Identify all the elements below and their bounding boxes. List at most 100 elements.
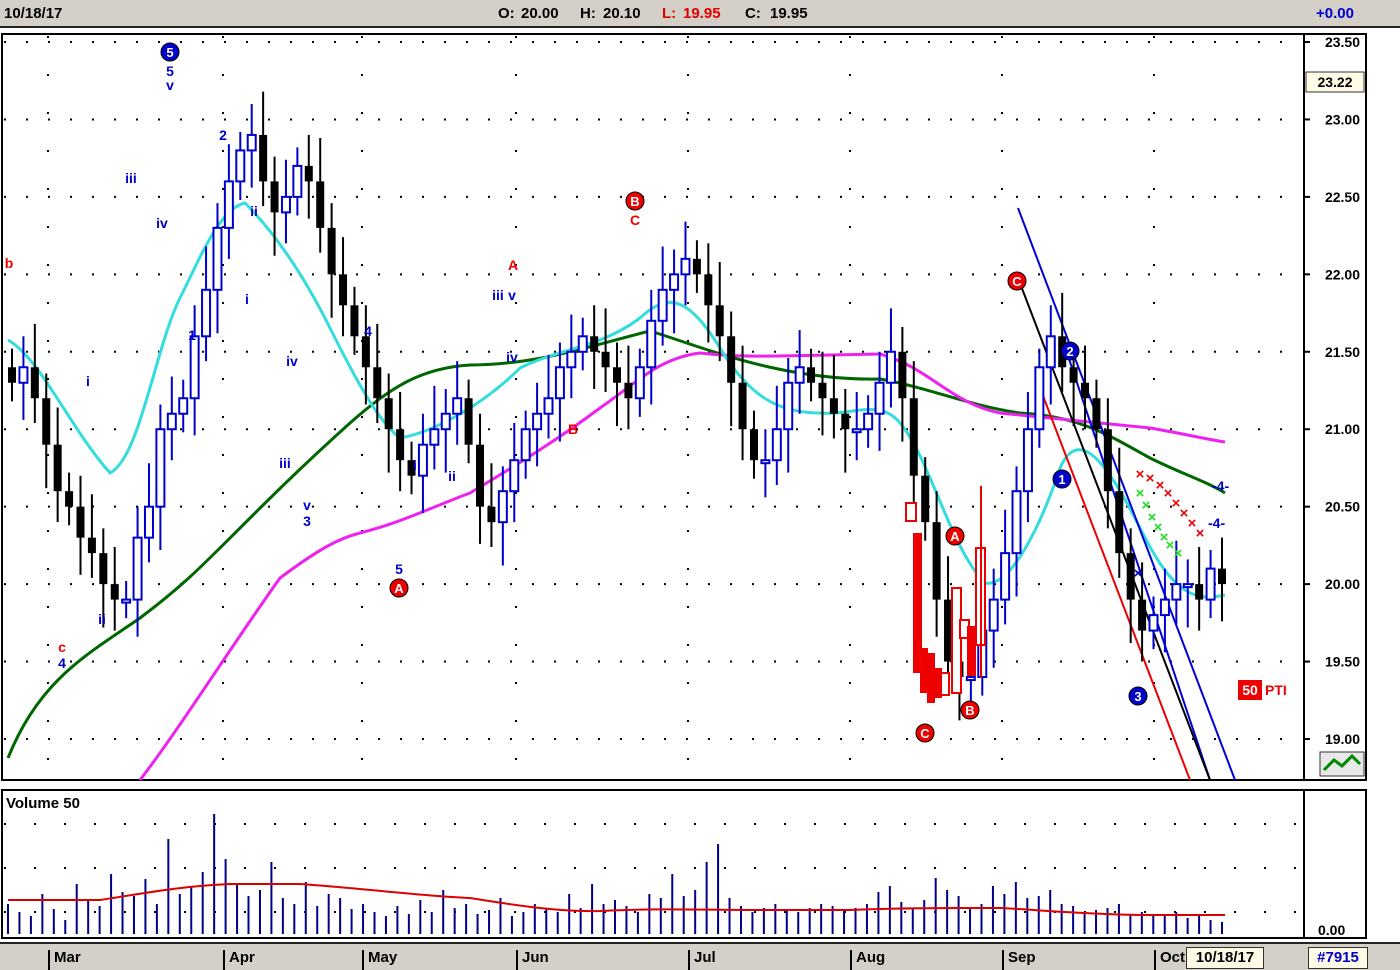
candle-body [613, 367, 621, 383]
candle-body [476, 444, 485, 507]
candle-body [396, 429, 405, 461]
candle-body [384, 398, 393, 430]
candle-body [543, 397, 554, 415]
candle-body [1034, 366, 1045, 431]
candle-body [634, 366, 645, 400]
candle-body [749, 429, 758, 461]
candle-body [339, 274, 348, 306]
candle-body [1069, 367, 1078, 383]
chart-app: 10/18/17 O: 20.00 H: 20.10 L: 19.95 C: 1… [0, 0, 1400, 970]
candle-body [727, 336, 736, 383]
wave-label: 1 [188, 327, 196, 343]
high-value: 20.10 [603, 5, 641, 22]
symbol-id-box[interactable]: #7915 [1308, 947, 1368, 969]
candle-body [166, 412, 177, 431]
candle-body [898, 351, 907, 399]
month-label: Sep [1002, 950, 1036, 970]
candle-body [874, 381, 885, 415]
y-tick-label: 21.50 [1325, 344, 1360, 360]
candle-body [270, 181, 279, 213]
candle-body [669, 273, 680, 291]
month-label: Aug [850, 950, 885, 970]
pti-label: PTI [1265, 682, 1287, 698]
y-tick-label: 22.50 [1325, 189, 1360, 205]
candle-body [212, 226, 223, 291]
candle-body [1195, 584, 1204, 600]
candle-body [921, 475, 930, 523]
candle-body [1000, 552, 1011, 601]
wave-circle-label: 3 [1134, 689, 1141, 704]
close-label: C: [745, 5, 761, 22]
candle-body [30, 367, 39, 399]
candle-body [1182, 583, 1193, 589]
month-label: May [362, 950, 397, 970]
wave-circle-label: B [965, 703, 974, 718]
candle-body [1159, 598, 1170, 617]
last-price-label: 23.22 [1317, 74, 1352, 90]
candle-body [87, 537, 96, 554]
wave-circle-label: A [950, 529, 960, 544]
candle-body [132, 536, 143, 601]
candle-body [121, 598, 132, 604]
wave-circle-label: 1 [1058, 472, 1065, 487]
date-axis-bar: Mar Apr May Jun Jul Aug Sep Oct 10/18/17… [0, 942, 1400, 970]
y-tick-label: 22.00 [1325, 266, 1360, 282]
candle-body [704, 274, 713, 306]
month-label: Oct [1154, 950, 1185, 970]
change-value: +0.00 [1316, 5, 1354, 22]
candle-body [18, 366, 29, 384]
candle-body [841, 413, 850, 430]
candle-body [1205, 567, 1216, 601]
candle-body [783, 381, 794, 431]
candle-body [738, 382, 747, 430]
open-label: O: [498, 5, 515, 22]
wave-label: 2 [219, 127, 227, 143]
candle-body [554, 366, 565, 400]
wave-label: v [166, 77, 174, 93]
candle-body [851, 428, 862, 434]
candle-body [532, 412, 543, 431]
wave-label: 5 [395, 561, 403, 577]
candle-body [771, 428, 782, 462]
wave-label: c [58, 639, 66, 655]
wave-label: iv [286, 353, 298, 369]
wave-circle-label: 2 [1066, 344, 1073, 359]
x-marker-green: × [1174, 545, 1183, 562]
wave-label: iv [506, 349, 518, 365]
wave-label: C [630, 212, 640, 228]
wave-label: i [245, 291, 249, 307]
candle-body [1022, 428, 1033, 493]
wave-label: v [508, 287, 516, 303]
candle-body [760, 459, 771, 465]
candle-body [350, 305, 359, 337]
wave-label: 4 [364, 323, 372, 339]
candle-body [464, 398, 473, 445]
red-bar [920, 648, 928, 693]
candle-body [417, 443, 428, 477]
candle-body [590, 336, 599, 352]
candle-body [304, 165, 313, 182]
candle-body [1171, 583, 1182, 601]
candle-body [829, 398, 838, 414]
candle-body [909, 398, 918, 476]
y-tick-label: 23.00 [1325, 111, 1360, 127]
candle-body [143, 505, 154, 539]
candle-body [487, 506, 496, 523]
x-marker-red: × [1196, 525, 1205, 542]
candle-body [280, 195, 291, 214]
wave-label: i [86, 373, 90, 389]
y-tick-label: 19.50 [1325, 654, 1360, 670]
candle-body [1115, 491, 1124, 554]
wave-label: iv [156, 215, 168, 231]
candle-body [65, 491, 74, 507]
volume-title: Volume 50 [6, 795, 80, 812]
candle-body [692, 258, 701, 275]
volume-axis [1303, 789, 1367, 939]
candle-body [965, 676, 976, 682]
candle-body [932, 522, 941, 600]
x-marker-blue: × [1134, 565, 1143, 582]
y-tick-label: 21.00 [1325, 421, 1360, 437]
high-label: H: [580, 5, 596, 22]
wave-circle-label: C [1012, 274, 1022, 289]
candle-body [818, 382, 827, 399]
